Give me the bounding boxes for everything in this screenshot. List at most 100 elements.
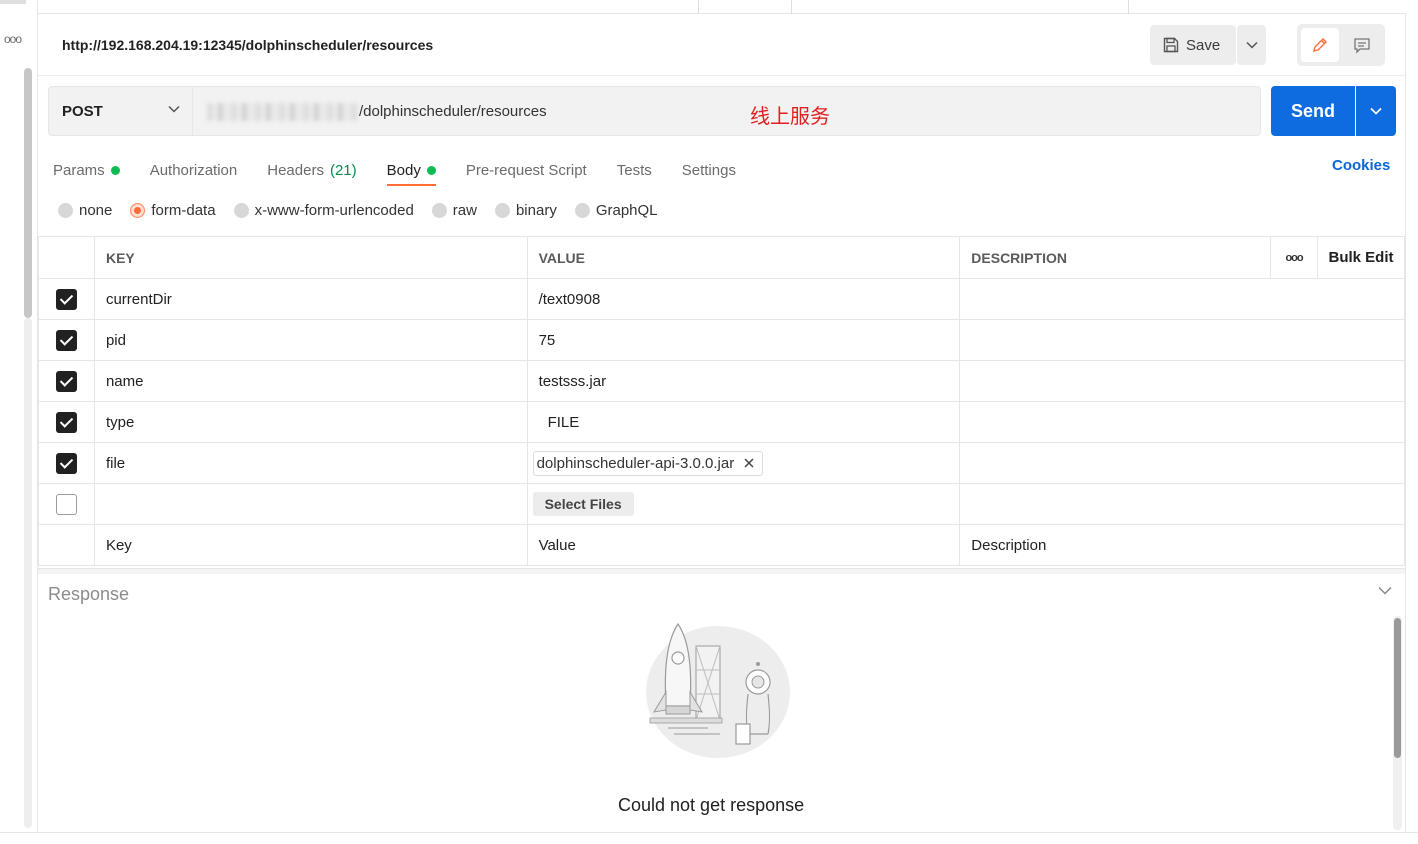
- row-checkbox[interactable]: [55, 452, 77, 474]
- tab-authorization[interactable]: Authorization: [150, 156, 238, 184]
- request-tab-bar: [38, 0, 1406, 14]
- tab-separator: [1128, 0, 1129, 14]
- response-divider[interactable]: [38, 568, 1405, 574]
- pencil-icon: [1313, 38, 1327, 52]
- sidebar-scrollbar-thumb[interactable]: [24, 68, 32, 318]
- key-cell[interactable]: type: [93, 401, 528, 443]
- key-cell[interactable]: [93, 483, 528, 525]
- radio-label: binary: [515, 202, 557, 219]
- method-value: POST: [62, 102, 103, 120]
- radio-x-www-form-urlencoded[interactable]: x-www-form-urlencoded: [233, 202, 414, 219]
- row-check-cell: [38, 319, 95, 361]
- tab-label: Tests: [616, 161, 652, 179]
- pane-border: [1405, 14, 1406, 832]
- tab-headers[interactable]: Headers (21): [267, 156, 356, 184]
- radio-label: GraphQL: [595, 202, 658, 219]
- chevron-down-icon[interactable]: [1378, 586, 1392, 595]
- table-more-icon[interactable]: ooo: [1270, 236, 1319, 279]
- radio-raw[interactable]: raw: [431, 202, 477, 219]
- sidebar-top-tab: [0, 0, 26, 4]
- description-cell[interactable]: [959, 360, 1405, 402]
- new-row: Key Value Description: [38, 524, 1405, 566]
- value-cell[interactable]: FILE: [526, 401, 961, 443]
- url-input[interactable]: /dolphinscheduler/resources 线上服务: [193, 86, 1261, 136]
- mode-toggle: [1297, 24, 1385, 66]
- tab-label: Settings: [681, 161, 736, 179]
- tab-tests[interactable]: Tests: [617, 156, 652, 184]
- file-name: dolphinscheduler-api-3.0.0.jar: [536, 454, 735, 472]
- tab-body[interactable]: Body: [386, 156, 437, 186]
- radio-form-data[interactable]: form-data: [130, 202, 216, 219]
- bulk-edit-button[interactable]: Bulk Edit: [1317, 236, 1405, 279]
- radio-circle-selected: [130, 203, 146, 218]
- tab-settings[interactable]: Settings: [682, 156, 736, 184]
- send-button[interactable]: Send: [1271, 86, 1355, 136]
- chevron-down-icon: [168, 105, 180, 113]
- description-cell[interactable]: [959, 319, 1405, 361]
- save-label: Save: [1186, 36, 1221, 54]
- response-scrollbar[interactable]: [1393, 616, 1402, 830]
- row-checkbox[interactable]: [55, 493, 77, 515]
- status-bar: [0, 832, 1418, 844]
- select-files-button[interactable]: Select Files: [532, 492, 634, 516]
- table-header-row: KEY VALUE DESCRIPTION ooo Bulk Edit: [38, 236, 1405, 279]
- key-cell[interactable]: name: [93, 360, 528, 402]
- request-tabs: Params Authorization Headers (21) Body Pr…: [53, 156, 766, 186]
- value-cell[interactable]: 75: [526, 319, 961, 361]
- key-placeholder[interactable]: Key: [93, 524, 528, 566]
- row-check-cell: [38, 442, 95, 484]
- save-button[interactable]: Save: [1150, 25, 1236, 65]
- save-dropdown-button[interactable]: [1237, 25, 1266, 65]
- row-checkbox[interactable]: [55, 288, 77, 310]
- close-icon[interactable]: [744, 458, 754, 468]
- header-description: DESCRIPTION: [959, 236, 1272, 279]
- url-redacted-part: [207, 103, 359, 121]
- description-cell[interactable]: [959, 442, 1405, 484]
- response-title: Response: [48, 584, 130, 604]
- rocket-astronaut-illustration: [646, 622, 790, 758]
- radio-binary[interactable]: binary: [494, 202, 557, 219]
- sidebar-scrollbar-track: [24, 318, 32, 828]
- row-checkbox[interactable]: [55, 370, 77, 392]
- radio-none[interactable]: none: [58, 202, 112, 219]
- chevron-down-icon: [1370, 107, 1382, 115]
- description-cell[interactable]: [959, 278, 1405, 320]
- radio-circle: [58, 203, 73, 218]
- send-dropdown-button[interactable]: [1356, 86, 1396, 136]
- radio-graphql[interactable]: GraphQL: [574, 202, 658, 219]
- edit-mode-button[interactable]: [1301, 28, 1339, 62]
- key-cell[interactable]: currentDir: [93, 278, 528, 320]
- file-chip[interactable]: dolphinscheduler-api-3.0.0.jar: [532, 450, 764, 476]
- url-text: /dolphinscheduler/resources: [359, 103, 547, 120]
- row-checkbox[interactable]: [55, 411, 77, 433]
- value-cell[interactable]: /text0908: [526, 278, 961, 320]
- method-select[interactable]: POST: [48, 86, 193, 136]
- form-data-table: KEY VALUE DESCRIPTION ooo Bulk Edit curr…: [38, 236, 1405, 566]
- description-cell[interactable]: [959, 401, 1405, 443]
- chevron-down-icon: [1245, 41, 1258, 49]
- row-checkbox[interactable]: [55, 329, 77, 351]
- sidebar-more-icon[interactable]: ooo: [4, 32, 22, 46]
- description-cell[interactable]: [959, 483, 1405, 525]
- request-title[interactable]: http://192.168.204.19:12345/dolphinsched…: [62, 37, 433, 53]
- scrollbar-thumb[interactable]: [1394, 618, 1401, 758]
- value-cell[interactable]: testsss.jar: [526, 360, 961, 402]
- comment-mode-button[interactable]: [1343, 28, 1381, 62]
- status-dot: [426, 165, 436, 175]
- tab-separator: [791, 0, 792, 14]
- header-value: VALUE: [526, 236, 961, 279]
- value-cell: dolphinscheduler-api-3.0.0.jar: [526, 442, 961, 484]
- table-row: currentDir /text0908: [38, 278, 1405, 320]
- description-placeholder[interactable]: Description: [959, 524, 1405, 566]
- table-row: name testsss.jar: [38, 360, 1405, 402]
- cookies-link[interactable]: Cookies: [1332, 157, 1390, 174]
- headers-count: (21): [329, 161, 357, 179]
- table-row: Select Files: [38, 483, 1405, 525]
- key-cell[interactable]: file: [93, 442, 528, 484]
- table-row: pid 75: [38, 319, 1405, 361]
- key-cell[interactable]: pid: [93, 319, 528, 361]
- row-check-cell: [38, 483, 95, 525]
- tab-pre-request-script[interactable]: Pre-request Script: [466, 156, 587, 184]
- value-placeholder[interactable]: Value: [526, 524, 961, 566]
- tab-params[interactable]: Params: [53, 156, 120, 184]
